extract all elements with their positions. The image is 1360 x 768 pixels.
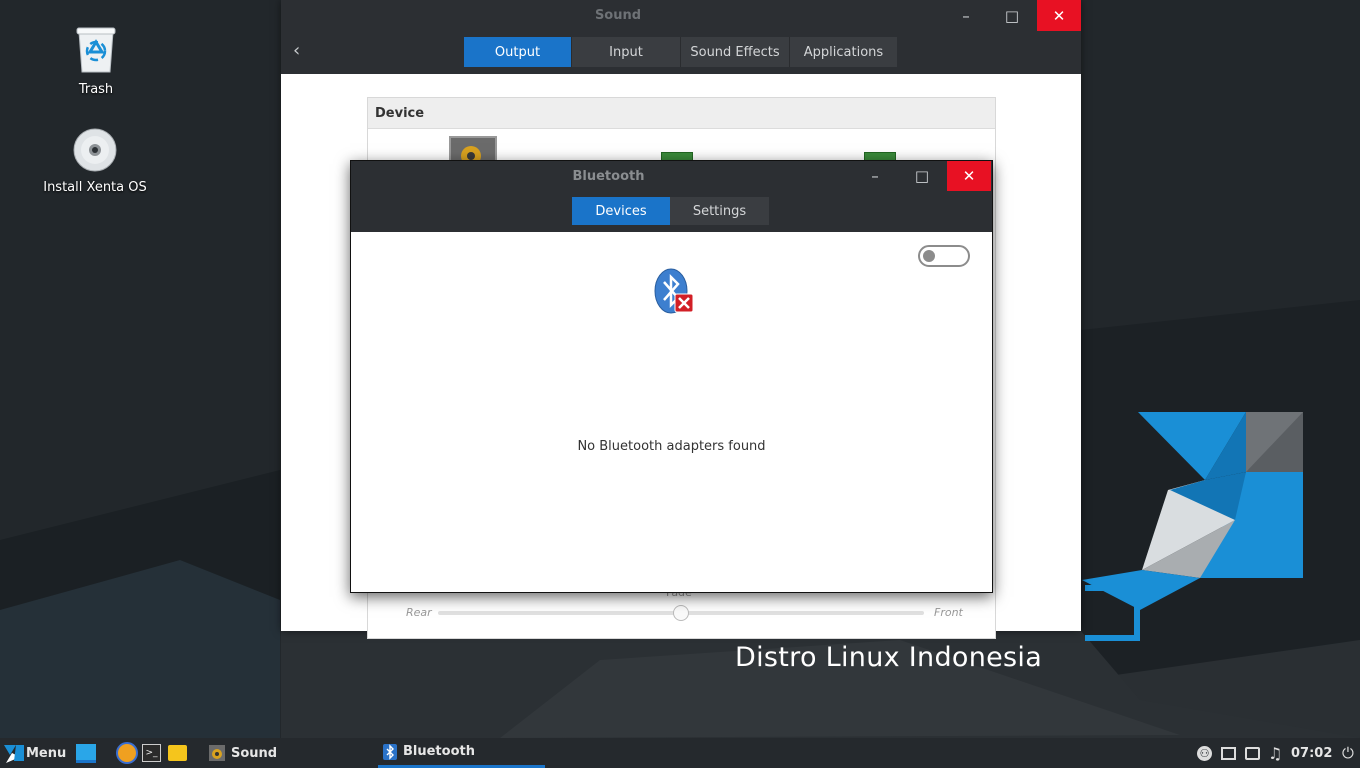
- sound-tabs: Output Input Sound Effects Applications: [464, 37, 897, 67]
- close-button[interactable]: ✕: [947, 161, 991, 191]
- bluetooth-window: Bluetooth – □ ✕ Devices Settings No Blue…: [350, 160, 993, 593]
- maximize-button[interactable]: □: [900, 161, 944, 191]
- clock[interactable]: 07:02: [1291, 746, 1332, 761]
- trash-icon: [76, 27, 116, 73]
- task-bluetooth[interactable]: Bluetooth: [378, 738, 545, 768]
- volume-icon[interactable]: ♫: [1268, 738, 1282, 768]
- back-arrow-icon[interactable]: ‹: [293, 40, 300, 61]
- task-sound[interactable]: Sound: [209, 738, 277, 768]
- browser-icon: [116, 742, 138, 764]
- terminal-icon: >_: [142, 744, 161, 762]
- minimize-button[interactable]: –: [944, 0, 988, 31]
- fade-slider-knob[interactable]: [673, 605, 689, 621]
- window-title: Sound: [594, 8, 642, 23]
- tab-sound-effects[interactable]: Sound Effects: [681, 37, 790, 67]
- task-label: Sound: [231, 745, 278, 761]
- wallpaper-tagline: Distro Linux Indonesia: [735, 642, 1043, 673]
- bluetooth-icon: [383, 743, 397, 760]
- files-launcher[interactable]: [168, 738, 187, 768]
- bluetooth-titlebar[interactable]: Bluetooth – □ ✕ Devices Settings: [351, 161, 992, 232]
- desktop-icon-label: Install Xenta OS: [43, 180, 147, 195]
- window-title: Bluetooth: [572, 169, 645, 184]
- tab-settings[interactable]: Settings: [670, 197, 769, 225]
- menu-button[interactable]: Menu: [4, 738, 66, 768]
- disc-icon: [73, 128, 117, 172]
- menu-label: Menu: [26, 745, 67, 761]
- desktop-icon-install[interactable]: Install Xenta OS: [40, 128, 150, 195]
- tab-output[interactable]: Output: [464, 37, 572, 67]
- bluetooth-disabled-icon: [654, 268, 694, 314]
- desktop-icon-trash[interactable]: Trash: [41, 26, 151, 97]
- browser-launcher[interactable]: [116, 738, 138, 768]
- show-desktop-button[interactable]: [76, 738, 96, 768]
- terminal-launcher[interactable]: >_: [142, 738, 161, 768]
- speaker-icon: [209, 745, 225, 761]
- toggle-knob: [923, 250, 935, 262]
- fade-rear-label: Rear: [406, 606, 432, 619]
- sound-titlebar[interactable]: Sound – □ ✕ ‹ Output Input Sound Effects…: [281, 0, 1081, 74]
- maximize-button[interactable]: □: [990, 0, 1034, 31]
- no-adapters-message: No Bluetooth adapters found: [577, 439, 766, 454]
- accessibility-icon[interactable]: ⚇: [1197, 738, 1212, 768]
- folder-icon: [168, 745, 187, 761]
- keyboard-icon[interactable]: [1221, 738, 1236, 768]
- tab-applications[interactable]: Applications: [790, 37, 897, 67]
- taskbar: Menu >_ Sound Bluetooth ⚇ ♫ 07:02 ⏻: [0, 738, 1360, 768]
- tab-devices[interactable]: Devices: [572, 197, 670, 225]
- power-icon[interactable]: ⏻: [1342, 738, 1354, 768]
- fade-front-label: Front: [934, 606, 963, 619]
- xenta-logo-icon: [4, 745, 24, 763]
- tab-input[interactable]: Input: [572, 37, 681, 67]
- device-header: Device: [368, 98, 995, 129]
- desktop-icon-label: Trash: [78, 82, 114, 97]
- network-icon[interactable]: [1245, 738, 1260, 768]
- close-button[interactable]: ✕: [1037, 0, 1081, 31]
- bluetooth-tabs: Devices Settings: [572, 197, 769, 225]
- desktop-icon: [76, 743, 96, 763]
- bluetooth-toggle[interactable]: [918, 245, 970, 267]
- task-label: Bluetooth: [403, 744, 475, 759]
- minimize-button[interactable]: –: [853, 161, 897, 191]
